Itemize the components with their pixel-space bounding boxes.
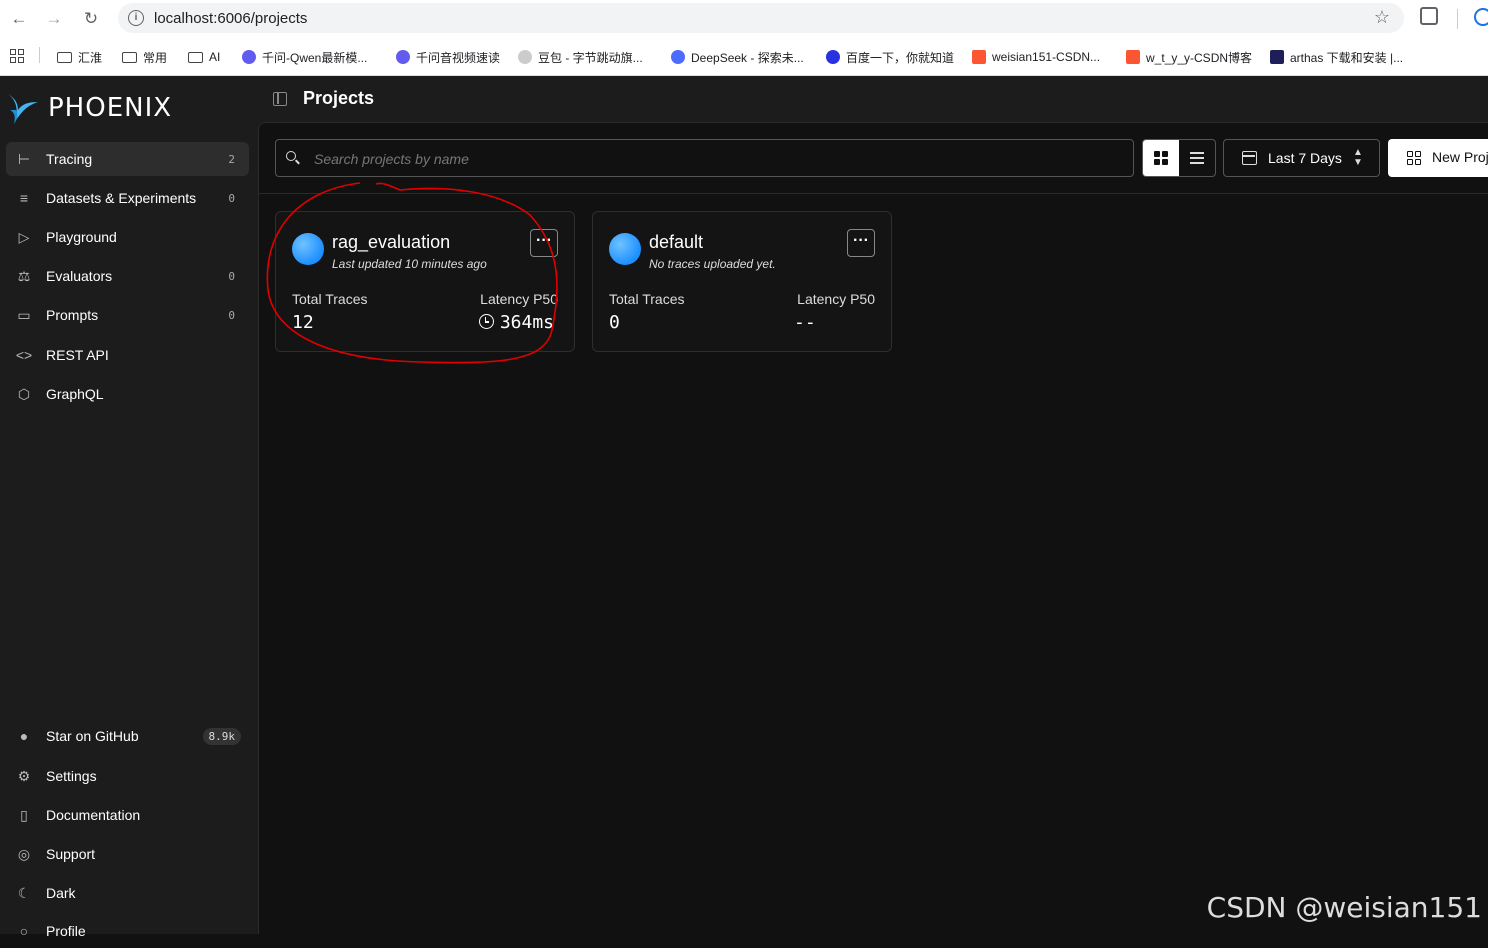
watermark: CSDN @weisian151 xyxy=(1206,891,1482,924)
annotation-circle xyxy=(266,182,558,364)
annotation-overlay xyxy=(266,182,558,364)
